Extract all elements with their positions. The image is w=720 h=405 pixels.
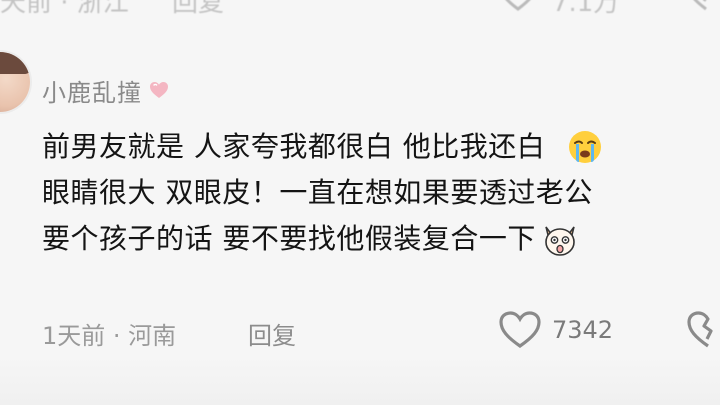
shocked-dog-emoji — [545, 226, 575, 256]
avatar[interactable] — [0, 52, 30, 112]
bottom-fade — [0, 355, 720, 405]
previous-comment-meta: 天前 · 浙江 回复 7.1万 — [0, 0, 720, 22]
pink-heart-icon — [150, 82, 168, 98]
avatar-hair — [0, 52, 30, 74]
comment-time-location: 1天前 · 河南 — [42, 322, 177, 350]
username-row: 小鹿乱撞 — [42, 72, 170, 108]
previous-comment-time-location: 天前 · 浙江 — [0, 0, 129, 18]
previous-comment-reply-button[interactable]: 回复 — [172, 0, 224, 19]
comment-line-3: 要个孩子的话 要不要找他假装复合一下 — [42, 216, 714, 262]
comment-line-1: 前男友就是 人家夸我都很白 他比我还白 — [42, 124, 714, 170]
previous-comment-like-count: 7.1万 — [552, 0, 620, 18]
previous-comment-dislike-icon[interactable] — [686, 0, 720, 12]
previous-comment-like-icon[interactable] — [498, 0, 538, 12]
heart-outline-icon — [499, 311, 541, 348]
loudly-crying-face-emoji — [569, 131, 602, 163]
reply-button[interactable]: 回复 — [248, 316, 296, 351]
comment-line-3-text: 要个孩子的话 要不要找他假装复合一下 — [42, 222, 536, 255]
like-button[interactable] — [498, 310, 542, 350]
comment-screen: 天前 · 浙江 回复 7.1万 小鹿乱撞 前男友就是 人家夸我都很白 他比我还白 — [0, 0, 720, 405]
comment-text: 前男友就是 人家夸我都很白 他比我还白 眼睛很大 双眼皮！一直在想如果要透过老公… — [42, 124, 714, 262]
dislike-button[interactable] — [686, 310, 720, 350]
comment-line-1-text: 前男友就是 人家夸我都很白 他比我还白 — [42, 130, 546, 163]
like-count: 7342 — [552, 316, 614, 344]
username[interactable]: 小鹿乱撞 — [42, 73, 142, 108]
broken-heart-icon — [687, 311, 713, 348]
comment-line-2-text: 眼睛很大 双眼皮！一直在想如果要透过老公 — [42, 176, 593, 209]
comment-line-2: 眼睛很大 双眼皮！一直在想如果要透过老公 — [42, 170, 714, 216]
comment-meta: 1天前 · 河南 回复 7342 — [42, 310, 720, 350]
